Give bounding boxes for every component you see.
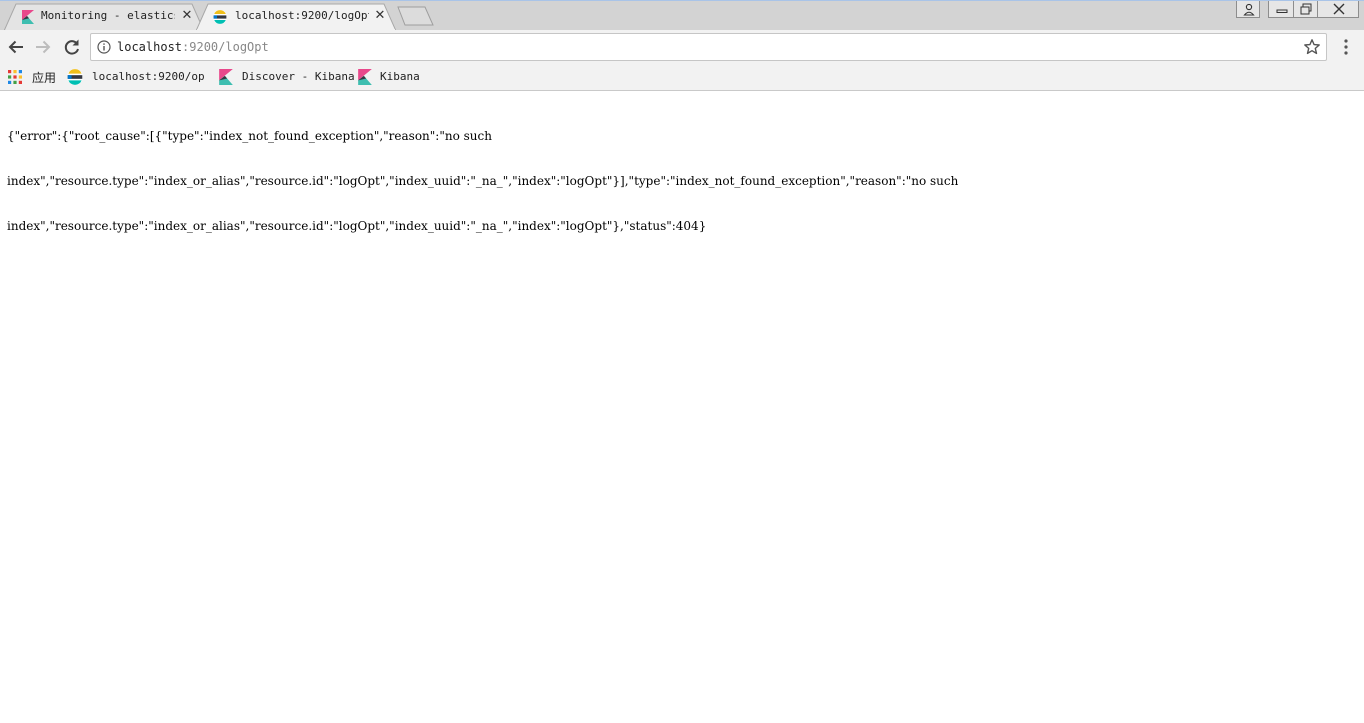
person-icon xyxy=(1243,3,1255,16)
url-text[interactable]: localhost:9200/logOpt xyxy=(117,40,269,54)
elastic-icon xyxy=(67,69,83,85)
restore-icon xyxy=(1300,3,1312,15)
tab-close-button[interactable]: ✕ xyxy=(373,9,387,23)
menu-dots-icon[interactable] xyxy=(1338,38,1354,56)
address-bar[interactable]: localhost:9200/logOpt xyxy=(90,33,1327,61)
tab-localhost-logopt[interactable]: localhost:9200/logOpt ✕ xyxy=(196,3,396,31)
tab-strip: Monitoring - elasticse ✕ localhost:9200/… xyxy=(0,0,1364,31)
url-path: :9200/logOpt xyxy=(182,40,269,54)
tab-monitoring[interactable]: Monitoring - elasticse ✕ xyxy=(4,3,204,31)
tab-close-button[interactable]: ✕ xyxy=(180,9,194,23)
new-tab-button[interactable] xyxy=(397,6,435,26)
bookmark-label: 应用 xyxy=(32,71,57,85)
bookmark-star-icon[interactable] xyxy=(1303,38,1321,56)
bookmark-localhost[interactable]: localhost:9200/ope: xyxy=(67,68,207,86)
back-arrow-icon[interactable] xyxy=(6,37,26,57)
bookmark-apps[interactable]: 应用 xyxy=(7,68,62,86)
forward-arrow-icon[interactable] xyxy=(33,37,53,57)
kibana-icon xyxy=(219,69,233,85)
apps-grid-icon xyxy=(8,70,22,84)
minimize-icon xyxy=(1276,9,1288,13)
bookmark-label: Discover - Kibana xyxy=(242,70,355,83)
kibana-icon xyxy=(358,69,372,85)
url-host: localhost xyxy=(117,40,183,54)
tab-title: localhost:9200/logOpt xyxy=(235,9,369,22)
minimize-button[interactable] xyxy=(1268,1,1294,18)
json-line: index","resource.type":"index_or_alias",… xyxy=(7,219,707,233)
bookmark-label: Kibana xyxy=(380,70,420,83)
elastic-icon xyxy=(213,10,227,24)
reload-icon[interactable] xyxy=(62,37,82,57)
bookmark-label: localhost:9200/ope: xyxy=(92,70,204,83)
close-icon xyxy=(1333,3,1345,15)
profile-button[interactable] xyxy=(1236,1,1260,18)
bookmark-kibana[interactable]: Kibana xyxy=(357,68,427,86)
kibana-icon xyxy=(22,10,34,24)
browser-toolbar: localhost:9200/logOpt xyxy=(0,30,1364,64)
json-line: index","resource.type":"index_or_alias",… xyxy=(7,174,959,188)
close-window-button[interactable] xyxy=(1317,1,1359,18)
tab-title: Monitoring - elasticse xyxy=(41,9,175,22)
json-line: {"error":{"root_cause":[{"type":"index_n… xyxy=(7,129,492,143)
bookmark-discover-kibana[interactable]: Discover - Kibana xyxy=(218,68,355,86)
bookmarks-bar: 应用 localhost:9200/ope: Discover - Kibana… xyxy=(0,64,1364,91)
info-icon[interactable] xyxy=(97,40,111,54)
json-response: {"error":{"root_cause":[{"type":"index_n… xyxy=(7,99,1307,249)
restore-button[interactable] xyxy=(1293,1,1318,18)
